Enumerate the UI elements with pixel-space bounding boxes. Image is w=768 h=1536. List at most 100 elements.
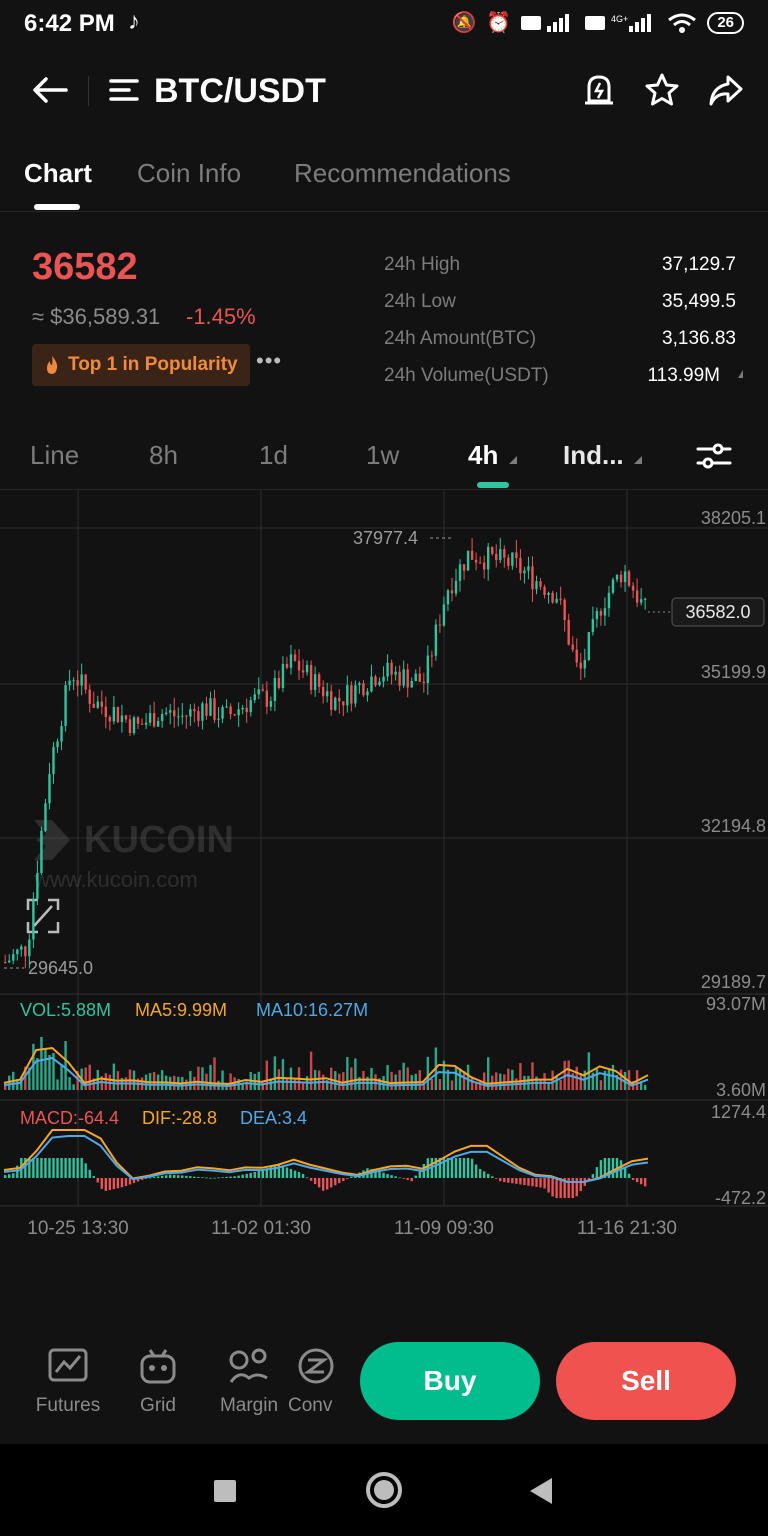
candle-body: [229, 706, 232, 715]
interval-4h-dropdown-icon: [509, 456, 517, 464]
candle-body: [88, 689, 91, 704]
popularity-badge[interactable]: Top 1 in Popularity: [32, 344, 250, 386]
candle-body: [555, 598, 558, 603]
nav-grid[interactable]: Grid: [118, 1346, 198, 1417]
candle-body: [217, 718, 220, 720]
home-button[interactable]: [366, 1472, 402, 1508]
candle-body: [603, 608, 607, 616]
macd-bar: [213, 1177, 216, 1179]
volume-bar: [193, 1076, 196, 1090]
buy-button[interactable]: Buy: [360, 1342, 540, 1420]
macd-bar: [551, 1178, 554, 1197]
candle-body: [507, 557, 510, 566]
volume-bar: [68, 1077, 71, 1090]
candle-body: [20, 946, 23, 950]
volume-bar: [354, 1058, 357, 1090]
grid-bot-icon: [140, 1349, 176, 1384]
volume-bar: [88, 1064, 91, 1090]
price-alert-button[interactable]: [577, 68, 621, 112]
pair-title[interactable]: BTC/USDT: [154, 72, 326, 111]
recents-button[interactable]: [214, 1480, 236, 1502]
nav-futures[interactable]: Futures: [28, 1346, 108, 1417]
macd-bar: [229, 1176, 232, 1178]
indicators-dropdown-icon: [634, 456, 642, 464]
nav-margin[interactable]: Margin: [209, 1346, 289, 1417]
candle-body: [301, 670, 305, 673]
macd-bar: [92, 1176, 95, 1178]
pair-menu-button[interactable]: [102, 68, 146, 112]
macd-bar: [503, 1178, 506, 1183]
favorite-button[interactable]: [640, 68, 684, 112]
interval-8h[interactable]: 8h: [149, 440, 178, 471]
volume-bar: [607, 1069, 611, 1090]
back-nav-button[interactable]: [528, 1476, 554, 1506]
macd-bar: [177, 1175, 180, 1178]
tab-recommendations[interactable]: Recommendations: [294, 158, 511, 189]
chart-settings-button[interactable]: [692, 434, 736, 478]
interval-1w[interactable]: 1w: [366, 440, 399, 471]
nav-convert[interactable]: Conv: [288, 1346, 344, 1417]
macd-bar: [241, 1174, 244, 1178]
interval-indicators[interactable]: Ind...: [563, 440, 624, 471]
candle-body: [623, 571, 627, 583]
alarm-icon: ⏰: [486, 12, 512, 34]
dea-line: [3, 1135, 649, 1183]
share-button[interactable]: [704, 68, 748, 112]
volume-toggle-icon[interactable]: [738, 370, 743, 378]
watermark-text: KUCOIN: [84, 819, 234, 861]
macd-bar: [169, 1174, 172, 1178]
candle-body: [491, 546, 494, 555]
tab-chart[interactable]: Chart: [24, 158, 92, 189]
home-dot-icon: [374, 1480, 394, 1500]
candle-body: [305, 664, 309, 673]
candle-body: [619, 574, 623, 583]
candle-body: [4, 961, 7, 963]
macd-bar: [346, 1178, 349, 1179]
interval-line[interactable]: Line: [30, 440, 79, 471]
macd-bar: [4, 1175, 7, 1178]
candle-body: [559, 598, 562, 600]
candle-body: [635, 590, 639, 603]
candle-body: [321, 686, 325, 697]
macd-bar: [209, 1177, 212, 1179]
volume-bar: [342, 1072, 345, 1090]
tiktok-icon: ♪: [128, 8, 140, 35]
macd-bar: [382, 1172, 385, 1178]
candle-body: [527, 566, 530, 571]
macd-bar: [152, 1177, 156, 1178]
status-time: 6:42 PM: [24, 10, 115, 37]
volume-bar: [293, 1078, 297, 1090]
candle-body: [442, 604, 446, 626]
candle-body: [249, 700, 252, 713]
macd-bar: [402, 1178, 405, 1179]
signal-icon-2: 4G+: [585, 13, 652, 32]
interval-4h[interactable]: 4h: [468, 440, 498, 471]
macd-bar: [555, 1178, 558, 1198]
back-button[interactable]: [28, 68, 72, 112]
candle-body: [124, 715, 128, 720]
kline-chart[interactable]: KUCOIN www.kucoin.com 38205.1 35199.9 32…: [0, 490, 768, 1250]
candle-body: [84, 674, 87, 690]
macd-bar: [124, 1178, 128, 1187]
volume-bar: [317, 1070, 321, 1090]
macd-bar: [249, 1172, 252, 1178]
ma5-line: [3, 1046, 649, 1085]
more-options-icon[interactable]: •••: [256, 348, 282, 374]
volume-bar: [285, 1078, 289, 1090]
macd-bar: [32, 1158, 35, 1178]
macd-bar: [499, 1178, 502, 1182]
system-nav-bar: [0, 1444, 768, 1536]
candle-body: [16, 949, 19, 955]
candle-body: [189, 709, 192, 717]
popularity-badge-label: Top 1 in Popularity: [68, 354, 238, 375]
stat-volume-label: 24h Volume(USDT): [384, 365, 549, 386]
tab-coin-info[interactable]: Coin Info: [137, 158, 241, 189]
candle-body: [44, 803, 47, 831]
interval-1d[interactable]: 1d: [259, 440, 288, 471]
candle-body: [245, 707, 248, 713]
sell-button[interactable]: Sell: [556, 1342, 736, 1420]
macd-bar: [394, 1176, 397, 1178]
candle-body: [583, 659, 586, 669]
svg-text:4G+: 4G+: [611, 14, 628, 24]
macd-bar: [643, 1178, 647, 1187]
